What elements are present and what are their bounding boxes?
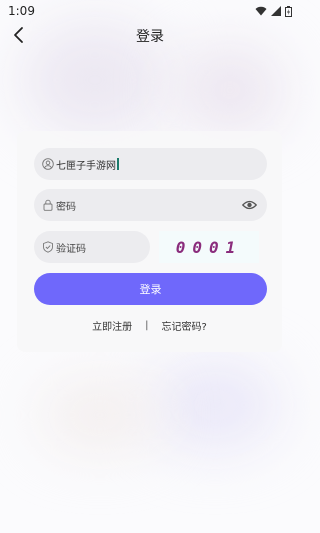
- captcha-placeholder: 验证码: [56, 243, 86, 255]
- background-blur: [175, 45, 285, 135]
- status-bar: 1:09: [0, 0, 300, 22]
- shield-check-icon: [43, 241, 53, 253]
- password-field[interactable]: 密码: [34, 189, 267, 221]
- register-link[interactable]: 立即注册: [92, 318, 132, 333]
- lock-icon: [43, 199, 53, 211]
- nav-bar: 登录: [0, 22, 300, 48]
- background-blur: [150, 360, 280, 450]
- status-time: 1:09: [8, 4, 35, 18]
- background-blur: [40, 380, 160, 450]
- text-cursor: [117, 158, 119, 170]
- captcha-image[interactable]: 0001: [159, 231, 259, 263]
- link-separator: |: [145, 320, 149, 331]
- status-icons: [255, 5, 292, 17]
- password-placeholder: 密码: [56, 201, 76, 213]
- auth-links: 立即注册 | 忘记密码?: [17, 318, 282, 333]
- wifi-icon: [255, 6, 267, 16]
- battery-icon: [285, 5, 292, 17]
- user-icon: [42, 158, 54, 170]
- captcha-field[interactable]: 验证码: [34, 231, 150, 263]
- login-card: 七匣子手游网 密码 验证码 0001 登录 立即注册 | 忘记密码?: [17, 131, 282, 352]
- username-field[interactable]: 七匣子手游网: [34, 148, 267, 180]
- username-value: 七匣子手游网: [56, 160, 116, 172]
- captcha-code: 0001: [175, 237, 243, 257]
- eye-icon[interactable]: [242, 198, 257, 212]
- page-title: 登录: [136, 29, 164, 45]
- login-button[interactable]: 登录: [34, 273, 267, 305]
- forgot-password-link[interactable]: 忘记密码?: [162, 318, 207, 333]
- signal-icon: [271, 6, 281, 16]
